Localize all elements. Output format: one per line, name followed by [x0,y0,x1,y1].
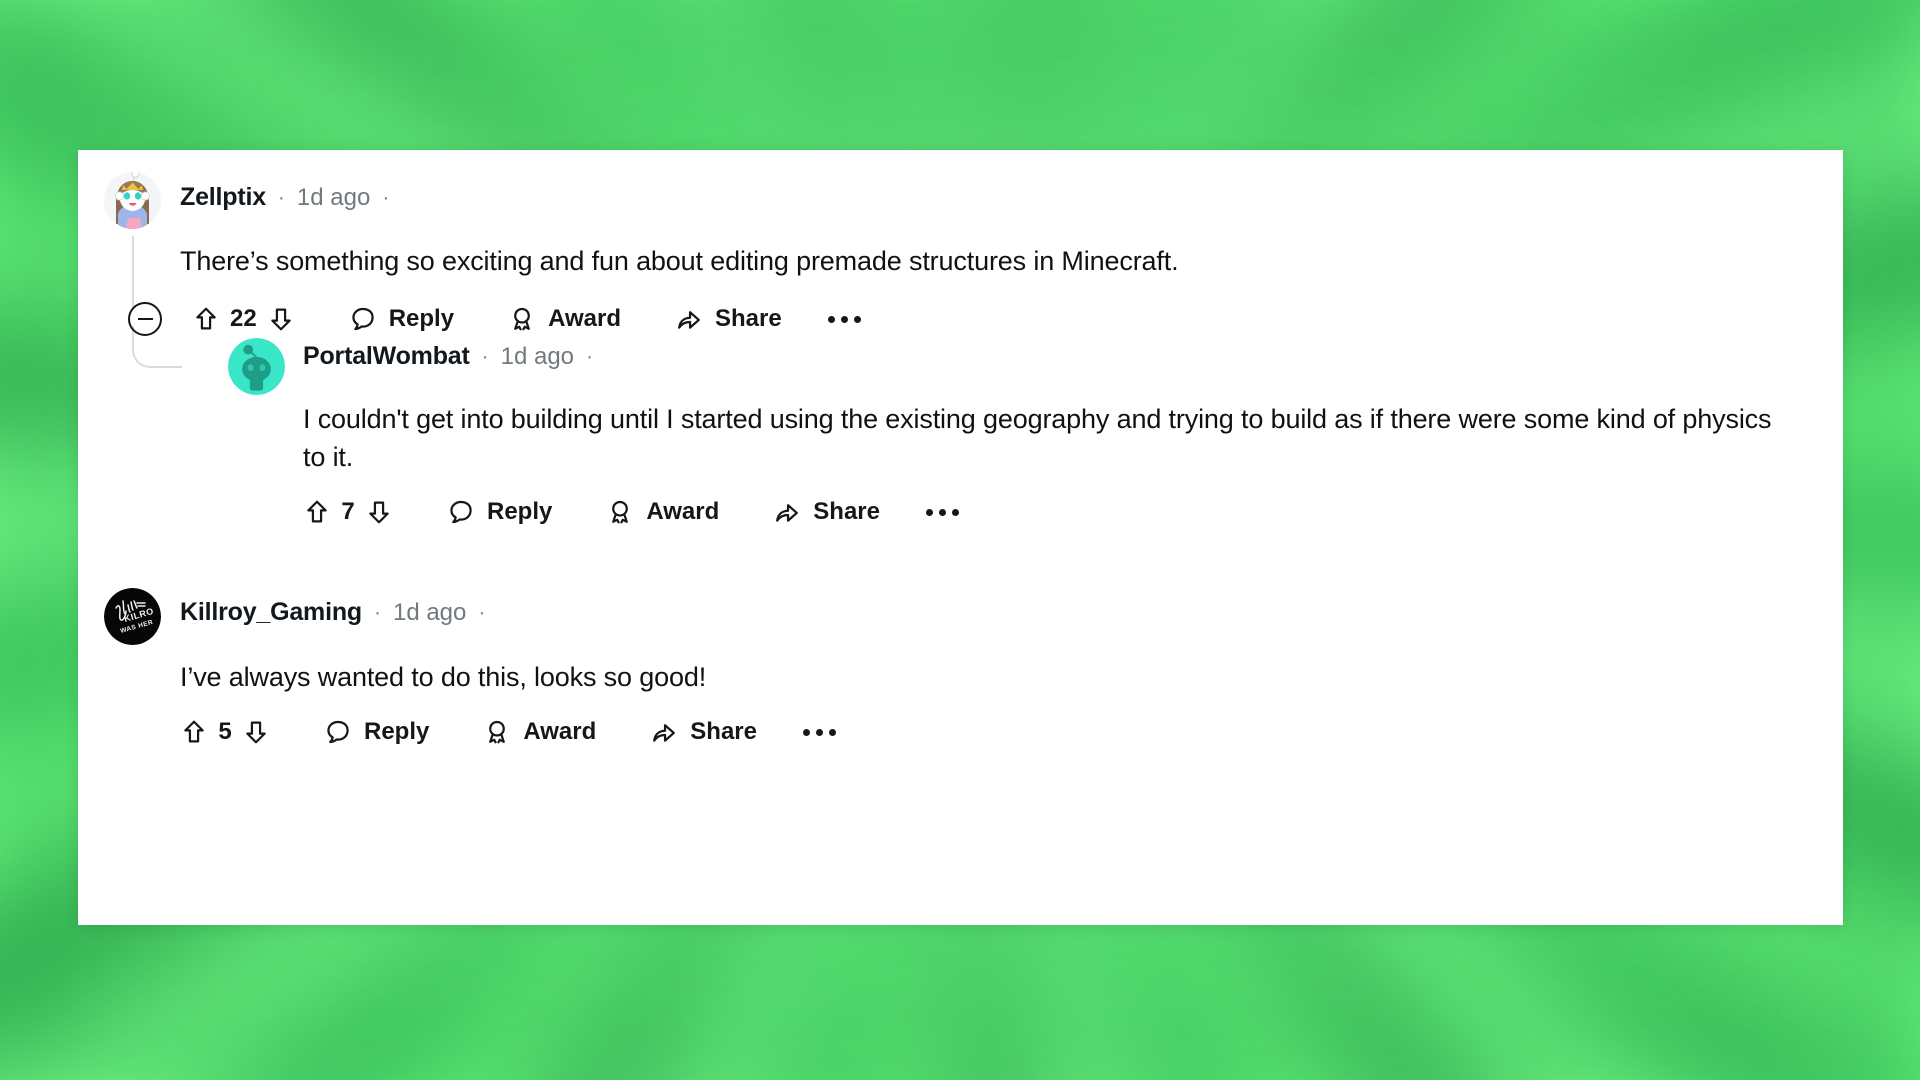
more-dot-2 [840,315,848,323]
share-arrow-icon [650,718,678,746]
share-arrow-icon [675,305,703,333]
more-dot-3 [828,728,836,736]
share-label: Share [690,718,757,745]
comment-text: I’ve always wanted to do this, looks so … [180,662,707,692]
avatar[interactable]: KILRO WAS HER [104,588,161,645]
comments-card: Zellptix · 1d ago · There’s something so… [78,150,1843,925]
share-button[interactable]: Share [773,498,880,526]
comment-action-bar: 5 Reply Award Share [180,718,836,746]
downvote-arrow-icon[interactable] [242,718,270,746]
comment-text: I couldn't get into building until I sta… [303,404,1772,473]
more-dot-2 [938,508,946,516]
thread-line-vertical [132,236,134,308]
more-options-button[interactable] [827,315,861,323]
vote-count: 22 [230,305,257,332]
speech-bubble-icon [349,305,377,333]
award-ribbon-icon [483,718,511,746]
reply-label: Reply [487,498,553,525]
more-dot-2 [815,728,823,736]
award-button[interactable]: Award [483,718,596,746]
comment-action-bar: 7 Reply Award Share [303,498,959,526]
reply-button[interactable]: Reply [447,498,552,526]
downvote-arrow-icon[interactable] [365,498,393,526]
vote-count: 7 [341,498,355,525]
award-button[interactable]: Award [508,305,621,333]
reply-label: Reply [364,718,430,745]
more-dot-1 [802,728,810,736]
award-ribbon-icon [508,305,536,333]
comment-timestamp: 1d ago [296,183,371,211]
kilroy-graffiti-icon: KILRO WAS HER [104,588,161,645]
award-label: Award [548,305,621,332]
comment-action-bar: 22 Reply Award Share [128,302,861,336]
comment-author[interactable]: PortalWombat [303,342,470,371]
comment-timestamp: 1d ago [500,342,575,370]
speech-bubble-icon [324,718,352,746]
downvote-arrow-icon[interactable] [267,305,295,333]
share-button[interactable]: Share [675,305,782,333]
award-ribbon-icon [606,498,634,526]
more-options-button[interactable] [925,508,959,516]
avatar[interactable] [228,338,285,395]
speech-bubble-icon [447,498,475,526]
comment-author[interactable]: Zellptix [180,183,266,212]
more-dot-1 [827,315,835,323]
upvote-arrow-icon[interactable] [180,718,208,746]
share-label: Share [813,498,880,525]
meta-separator-trailing: · [382,186,390,209]
vote-group: 22 [192,305,295,333]
meta-separator: · [277,186,285,209]
award-label: Award [523,718,597,745]
upvote-arrow-icon[interactable] [303,498,331,526]
meta-separator: · [481,345,489,368]
avatar[interactable] [104,172,161,229]
vote-group: 7 [303,498,393,526]
share-label: Share [714,305,782,332]
comment-timestamp: 1d ago [392,598,467,626]
award-label: Award [646,498,720,525]
more-dot-3 [951,508,959,516]
meta-separator-trailing: · [586,345,594,368]
share-button[interactable]: Share [650,718,757,746]
reply-button[interactable]: Reply [349,305,454,333]
more-dot-1 [925,508,933,516]
reply-button[interactable]: Reply [324,718,429,746]
snoo-girl-crown-icon [104,172,161,229]
vote-count: 5 [218,718,232,745]
upvote-arrow-icon[interactable] [192,305,220,333]
more-options-button[interactable] [802,728,836,736]
comment-header: Killroy_Gaming · 1d ago · [180,598,485,627]
comment-header: Zellptix · 1d ago · [180,183,389,212]
comment-header: PortalWombat · 1d ago · [303,342,593,371]
meta-separator: · [373,601,381,624]
snoo-teal-icon [228,338,285,395]
more-dot-3 [853,315,861,323]
meta-separator-trailing: · [478,601,486,624]
comment-text: There’s something so exciting and fun ab… [180,246,1179,276]
vote-group: 5 [180,718,270,746]
comment-author[interactable]: Killroy_Gaming [180,598,362,627]
award-button[interactable]: Award [606,498,719,526]
reply-label: Reply [388,305,455,332]
collapse-thread-button[interactable] [128,302,162,336]
share-arrow-icon [773,498,801,526]
collapse-minus-icon [137,317,153,321]
